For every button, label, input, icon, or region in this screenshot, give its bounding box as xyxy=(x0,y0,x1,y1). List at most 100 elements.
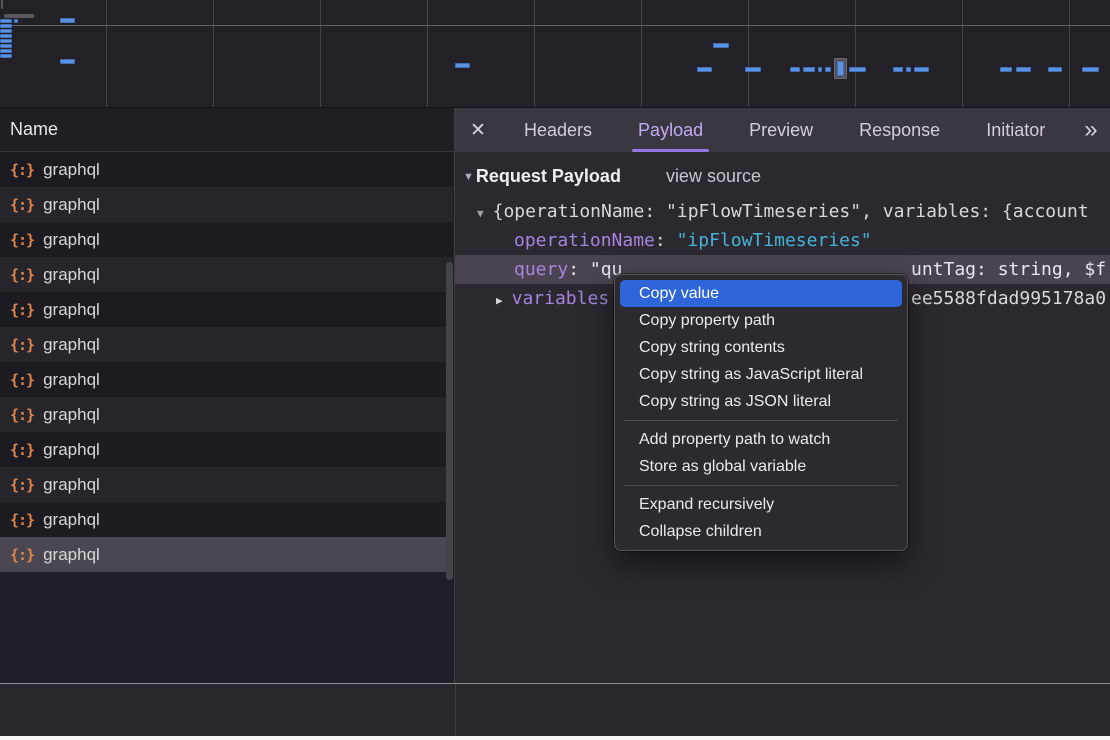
json-request-icon: {:} xyxy=(10,441,34,459)
request-name: graphql xyxy=(43,160,100,180)
menu-item-store-as-global-variable[interactable]: Store as global variable xyxy=(620,453,902,480)
json-request-icon: {:} xyxy=(10,161,34,179)
json-request-icon: {:} xyxy=(10,196,34,214)
request-payload-section-header[interactable]: ▼ Request Payload view source xyxy=(455,152,1110,189)
request-row[interactable]: {:} graphql xyxy=(0,152,453,187)
json-request-icon: {:} xyxy=(10,371,34,389)
tab-headers[interactable]: Headers xyxy=(514,108,602,152)
panel-divider[interactable] xyxy=(455,684,456,736)
tab-initiator[interactable]: Initiator xyxy=(976,108,1055,152)
view-source-link[interactable]: view source xyxy=(666,166,761,187)
request-row[interactable]: {:}graphql xyxy=(0,537,453,572)
request-row[interactable]: {:}graphql xyxy=(0,292,453,327)
request-row[interactable]: {:} graphql xyxy=(0,257,453,292)
request-row[interactable]: {:} graphql xyxy=(0,327,453,362)
tab-payload[interactable]: Payload xyxy=(628,108,713,152)
timeline-request-bar xyxy=(0,19,12,23)
network-overview-timeline[interactable] xyxy=(0,0,1110,108)
tab-preview[interactable]: Preview xyxy=(739,108,823,152)
menu-item-copy-string-as-javascript-literal[interactable]: Copy string as JavaScript literal xyxy=(620,361,902,388)
timeline-request-bar xyxy=(803,67,815,72)
request-list-panel: Name {:} graphql {:} graphql {:} graphql {:} gr… xyxy=(0,108,455,683)
request-name: graphql xyxy=(43,230,100,250)
timeline-request-bar xyxy=(893,67,903,72)
scrollbar-thumb[interactable] xyxy=(446,262,453,580)
request-row[interactable]: {:} graphql xyxy=(0,187,453,222)
request-name: graphql xyxy=(43,300,100,320)
timeline-request-bar xyxy=(1,0,3,9)
timeline-request-bar xyxy=(455,63,470,68)
json-request-icon: {:} xyxy=(10,336,34,354)
json-query-right-fragment: untTag: string, $f xyxy=(911,255,1106,284)
menu-item-copy-value[interactable]: Copy value xyxy=(620,280,902,307)
json-root-row[interactable]: ▼ {operationName: "ipFlowTimeseries", var… xyxy=(455,197,1110,226)
timeline-request-bar xyxy=(1082,67,1099,72)
timeline-request-bar xyxy=(1000,67,1012,72)
timeline-request-bar xyxy=(0,34,12,38)
footer-bar xyxy=(0,684,1110,736)
request-row[interactable]: {:} graphql xyxy=(0,432,453,467)
tab-response[interactable]: Response xyxy=(849,108,950,152)
json-request-icon: {:} xyxy=(10,546,34,564)
timeline-request-bar xyxy=(0,49,12,53)
json-request-icon: {:} xyxy=(10,476,34,494)
menu-separator xyxy=(624,485,898,486)
timeline-request-bar xyxy=(906,67,911,72)
network-main-area: Name {:} graphql {:} graphql {:} graphql {:} gr… xyxy=(0,108,1110,683)
request-row[interactable]: {:} graphql xyxy=(0,502,453,537)
request-row[interactable]: {:} graphql xyxy=(0,222,453,257)
request-row[interactable]: {:} graphql xyxy=(0,467,453,502)
timeline-request-bar xyxy=(818,67,822,72)
section-collapse-icon[interactable]: ▼ xyxy=(463,171,474,183)
request-name: graphql xyxy=(43,370,100,390)
timeline-request-bar xyxy=(0,44,12,48)
json-key: query xyxy=(514,259,568,280)
timeline-request-bar xyxy=(0,29,12,33)
timeline-request-bar xyxy=(837,61,844,76)
request-name: graphql xyxy=(43,335,100,355)
timeline-request-bar xyxy=(60,18,75,23)
timeline-request-bar xyxy=(4,14,34,18)
menu-separator xyxy=(624,420,898,421)
menu-item-expand-recursively[interactable]: Expand recursively xyxy=(620,491,902,518)
request-name: graphql xyxy=(43,510,100,530)
json-request-icon: {:} xyxy=(10,511,34,529)
menu-item-copy-string-as-json-literal[interactable]: Copy string as JSON literal xyxy=(620,388,902,415)
json-key: variables xyxy=(512,288,610,309)
timeline-request-bar xyxy=(745,67,761,72)
timeline-request-bar xyxy=(1016,67,1031,72)
request-name: graphql xyxy=(43,265,100,285)
menu-item-copy-string-contents[interactable]: Copy string contents xyxy=(620,334,902,361)
collapse-triangle-icon[interactable]: ▶ xyxy=(496,294,503,307)
menu-item-add-property-path-to-watch[interactable]: Add property path to watch xyxy=(620,426,902,453)
json-colon: : xyxy=(568,259,590,280)
timeline-request-bar xyxy=(849,67,866,72)
more-tabs-icon[interactable]: » xyxy=(1084,108,1097,152)
request-row[interactable]: {:}graphql xyxy=(0,397,453,432)
json-operationname-row[interactable]: operationName: "ipFlowTimeseries" xyxy=(455,226,1110,255)
timeline-request-bar xyxy=(713,43,729,48)
expand-triangle-icon[interactable]: ▼ xyxy=(477,207,484,220)
json-root-preview: {operationName: "ipFlowTimeseries", vari… xyxy=(493,201,1089,222)
menu-item-collapse-children[interactable]: Collapse children xyxy=(620,518,902,545)
timeline-request-bar xyxy=(790,67,800,72)
timeline-request-bar xyxy=(0,24,12,28)
timeline-request-bar xyxy=(914,67,929,72)
request-name: graphql xyxy=(43,405,100,425)
timeline-request-bar xyxy=(697,67,712,72)
json-variables-right-fragment: ee5588fdad995178a0 xyxy=(911,284,1106,313)
timeline-gridline xyxy=(0,25,1110,26)
menu-item-copy-property-path[interactable]: Copy property path xyxy=(620,307,902,334)
timeline-request-bar xyxy=(1048,67,1062,72)
window-bottom-edge xyxy=(0,736,1110,740)
request-name: graphql xyxy=(43,475,100,495)
column-header-name[interactable]: Name xyxy=(0,108,454,152)
close-icon[interactable]: ✕ xyxy=(455,119,501,142)
json-request-icon: {:} xyxy=(10,231,34,249)
json-request-icon: {:} xyxy=(10,266,34,284)
request-row[interactable]: {:} graphql xyxy=(0,362,453,397)
context-menu: Copy valueCopy property pathCopy string … xyxy=(614,274,908,551)
timeline-request-bar xyxy=(825,67,831,72)
request-name: graphql xyxy=(43,195,100,215)
request-name: graphql xyxy=(43,440,100,460)
